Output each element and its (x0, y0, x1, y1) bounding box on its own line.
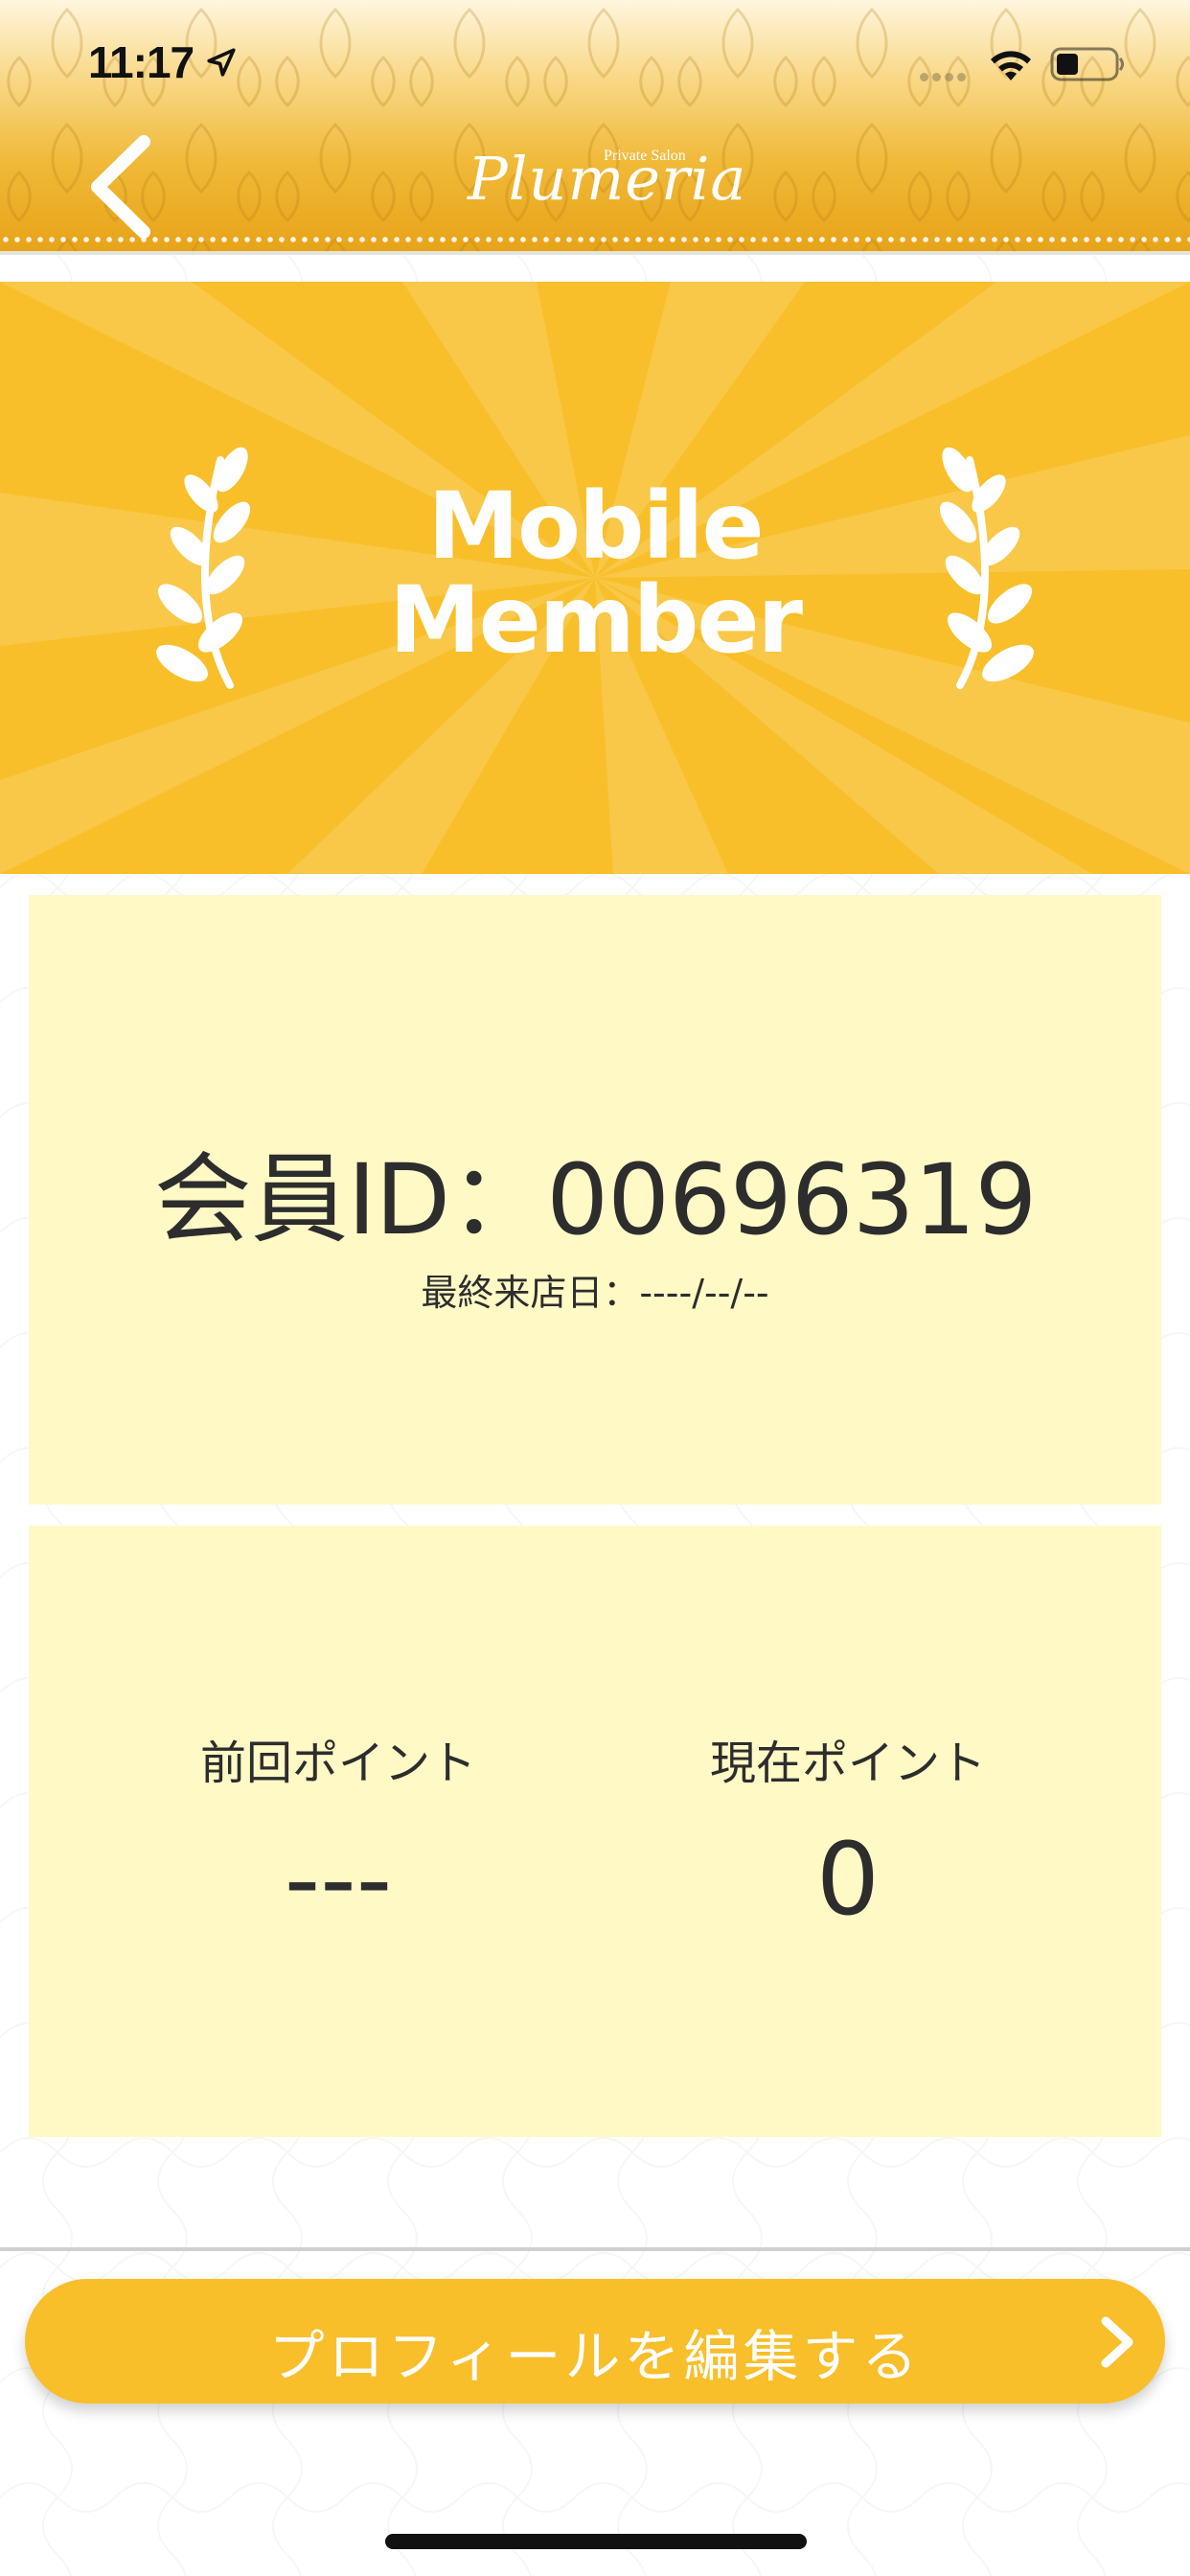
current-points-value: 0 (815, 1821, 881, 1938)
app-header: 11:17 Private Salon Plumeria (0, 0, 1190, 251)
previous-points-label: 前回ポイント (199, 1736, 476, 1790)
logo-wordmark: Plumeria (468, 144, 747, 214)
battery-icon (1050, 47, 1124, 81)
header-divider (0, 251, 1190, 255)
banner-title: Mobile Member (0, 479, 1190, 667)
footer-divider (0, 2247, 1190, 2251)
last-visit-date: 最終来店日：----/--/-- (421, 1272, 769, 1314)
chevron-right-icon (1101, 2316, 1133, 2368)
status-time: 11:17 (88, 37, 195, 87)
banner-title-line1: Mobile (427, 472, 764, 580)
cellular-signal-icon (920, 67, 970, 85)
wifi-icon (991, 51, 1031, 80)
current-points-label: 現在ポイント (709, 1736, 986, 1790)
home-indicator[interactable] (385, 2534, 807, 2549)
previous-points-value: --- (284, 1821, 393, 1938)
member-id: 会員ID：00696319 (153, 1143, 1038, 1257)
screen: 11:17 Private Salon Plumeria Mobile Memb… (0, 0, 1190, 2576)
app-logo: Private Salon Plumeria (460, 144, 747, 249)
edit-profile-label: プロフィールを編集する (268, 2324, 922, 2389)
banner-title-line2: Member (389, 566, 803, 674)
location-arrow-icon (207, 48, 236, 77)
edit-profile-button[interactable]: プロフィールを編集する (25, 2279, 1165, 2404)
back-button[interactable] (84, 134, 161, 240)
